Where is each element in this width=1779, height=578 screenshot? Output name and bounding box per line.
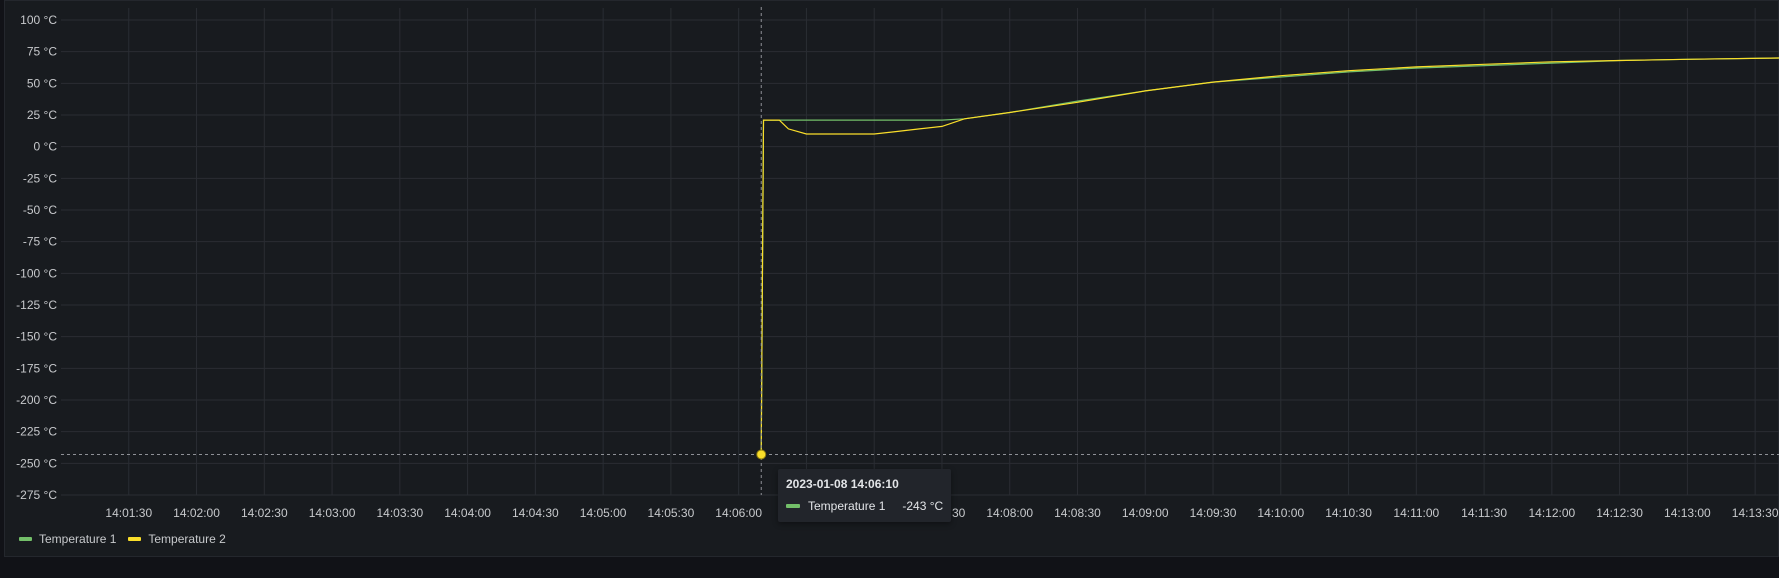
x-tick-label: 14:08:00: [986, 506, 1033, 520]
x-tick-label: 14:01:30: [105, 506, 152, 520]
x-tick-label: 14:11:00: [1393, 506, 1439, 520]
y-tick-label: -50 °C: [23, 203, 57, 217]
y-tick-label: -125 °C: [16, 298, 57, 312]
y-tick-label: -275 °C: [16, 488, 57, 502]
x-tick-label: 14:08:30: [1054, 506, 1101, 520]
x-tick-label: 14:09:30: [1190, 506, 1237, 520]
y-tick-label: 100 °C: [20, 13, 57, 27]
y-tick-label: -150 °C: [16, 330, 57, 344]
y-tick-label: -250 °C: [16, 456, 57, 470]
x-tick-label: 14:05:00: [580, 506, 627, 520]
x-tick-label: 14:13:00: [1664, 506, 1711, 520]
series-line-temperature-1: [760, 57, 1779, 455]
y-tick-label: -75 °C: [23, 235, 57, 249]
y-tick-label: 75 °C: [27, 45, 57, 59]
y-tick-label: 50 °C: [27, 76, 57, 90]
y-tick-label: -225 °C: [16, 425, 57, 439]
legend-swatch-temperature-1: [19, 537, 32, 541]
chart-panel: 100 °C 75 °C 50 °C 25 °C 0 °C -25 °C -50 °C -75…: [4, 0, 1779, 557]
legend-swatch-temperature-2: [128, 537, 142, 541]
chart-legend: Temperature 1 Temperature 2: [19, 532, 226, 546]
legend-label-temperature-1: Temperature 1: [39, 532, 117, 546]
x-tick-label: 14:05:30: [648, 506, 695, 520]
tooltip-timestamp: 2023-01-08 14:06:10: [786, 477, 899, 491]
legend-label-temperature-2: Temperature 2: [148, 532, 226, 546]
x-tick-label: 14:02:30: [241, 506, 288, 520]
x-tick-label: 14:10:00: [1257, 506, 1304, 520]
legend-item-temperature-2[interactable]: Temperature 2: [128, 532, 226, 546]
x-tick-label: 14:12:30: [1596, 506, 1643, 520]
y-tick-label: 0 °C: [34, 140, 58, 154]
legend-item-temperature-1[interactable]: Temperature 1: [19, 532, 116, 546]
x-tick-label: 14:13:30: [1732, 506, 1779, 520]
x-tick-label: 14:04:00: [444, 506, 491, 520]
x-tick-label: 14:09:00: [1122, 506, 1169, 520]
x-tick-label: 14:03:30: [376, 506, 423, 520]
temperature-time-series-chart[interactable]: 100 °C 75 °C 50 °C 25 °C 0 °C -25 °C -50 °C -75…: [5, 1, 1779, 521]
hover-point-marker: [756, 449, 767, 460]
tooltip-series-value: -243 °C: [902, 499, 944, 513]
y-tick-label: -100 °C: [16, 266, 57, 280]
tooltip-row: Temperature 1 -243 °C: [786, 499, 943, 513]
y-tick-label: -200 °C: [16, 393, 57, 407]
y-tick-label: -175 °C: [16, 361, 57, 375]
tooltip-series-name: Temperature 1: [808, 499, 886, 513]
x-tick-label: 14:11:30: [1461, 506, 1507, 520]
x-tick-label: 14:03:00: [309, 506, 356, 520]
x-tick-label: 14:06:00: [715, 506, 762, 520]
y-tick-label: -25 °C: [23, 171, 57, 185]
hover-tooltip: 2023-01-08 14:06:10 Temperature 1 -243 °…: [778, 469, 952, 522]
y-tick-label: 25 °C: [27, 108, 57, 122]
x-tick-label: 14:12:00: [1528, 506, 1575, 520]
x-tick-label: 14:10:30: [1325, 506, 1372, 520]
x-tick-label: 14:02:00: [173, 506, 220, 520]
tooltip-series-swatch: [786, 504, 800, 508]
series-line-temperature-2: [760, 57, 1779, 455]
x-tick-label: 14:04:30: [512, 506, 559, 520]
